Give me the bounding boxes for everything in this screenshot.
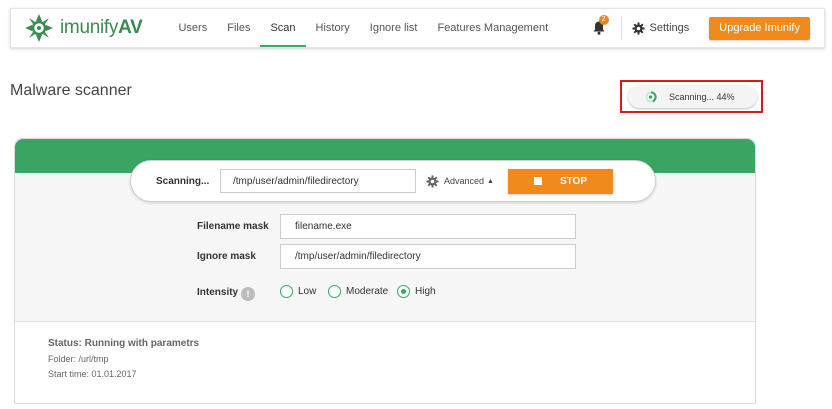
advanced-label: Advanced	[444, 176, 485, 186]
nav-item-history[interactable]: History	[306, 9, 360, 47]
ignore-mask-input[interactable]	[280, 244, 576, 269]
info-icon[interactable]: !	[241, 287, 255, 301]
status-folder: Folder: /url/tmp	[48, 354, 109, 364]
stop-button[interactable]: STOP	[507, 168, 613, 194]
gear-icon	[631, 21, 645, 35]
status-start-time: Start time: 01.01.2017	[48, 369, 137, 379]
status-title: Status: Running with parametrs	[48, 338, 200, 349]
header-actions: 2 Settings Upgrade Imunify	[591, 9, 824, 47]
gear-icon	[426, 174, 439, 188]
notifications-button[interactable]: 2	[591, 15, 609, 36]
radio-label: High	[415, 286, 436, 297]
scan-status-pill[interactable]: Scanning... 44%	[628, 85, 757, 108]
nav-item-features-management[interactable]: Features Management	[427, 9, 558, 47]
stop-label: STOP	[559, 175, 587, 187]
scan-status-text: Scanning... 44%	[669, 91, 735, 102]
upgrade-button[interactable]: Upgrade Imunify	[709, 16, 810, 40]
intensity-option-low[interactable]: Low	[280, 285, 316, 298]
settings-link[interactable]: Settings	[631, 21, 690, 35]
radio-label: Moderate	[346, 286, 389, 297]
scan-control-bar: Scanning... Advanced ▲ STOP	[130, 160, 656, 202]
intensity-option-high[interactable]: High	[397, 285, 436, 298]
caret-up-icon: ▲	[487, 177, 494, 185]
settings-label: Settings	[649, 22, 690, 34]
nav-item-users[interactable]: Users	[168, 9, 217, 47]
nav-item-files[interactable]: Files	[217, 9, 260, 47]
page-title: Malware scanner	[10, 82, 132, 99]
notifications-badge: 2	[598, 15, 609, 25]
imunify-logo-icon	[25, 14, 53, 42]
nav-item-ignore-list[interactable]: Ignore list	[360, 9, 428, 47]
advanced-toggle[interactable]: Advanced ▲	[426, 174, 494, 188]
progress-spinner-icon	[645, 90, 657, 103]
brand-name: imunifyAV	[60, 17, 143, 38]
stop-icon	[533, 177, 542, 185]
header-divider	[620, 16, 622, 40]
radio-label: Low	[298, 286, 317, 297]
radio-button	[328, 285, 341, 298]
nav-item-scan[interactable]: Scan	[260, 9, 306, 47]
radio-button-selected	[397, 285, 410, 298]
top-navigation-bar: imunifyAV Users Files Scan History Ignor…	[10, 8, 825, 48]
card-divider	[15, 321, 755, 322]
scan-path-input[interactable]	[220, 169, 416, 193]
filename-mask-input[interactable]	[280, 214, 576, 239]
intensity-label: Intensity	[197, 287, 239, 298]
scanning-label: Scanning...	[156, 175, 210, 187]
status-highlight-frame: Scanning... 44%	[620, 80, 763, 113]
filename-mask-label: Filename mask	[197, 221, 269, 232]
ignore-mask-label: Ignore mask	[197, 251, 256, 262]
main-nav: Users Files Scan History Ignore list Fea…	[168, 9, 558, 47]
intensity-option-moderate[interactable]: Moderate	[328, 285, 388, 298]
scanner-card: Scanning... Advanced ▲ STOP Filename mas…	[14, 138, 756, 404]
radio-button	[280, 285, 293, 298]
brand-logo[interactable]: imunifyAV	[23, 9, 143, 47]
